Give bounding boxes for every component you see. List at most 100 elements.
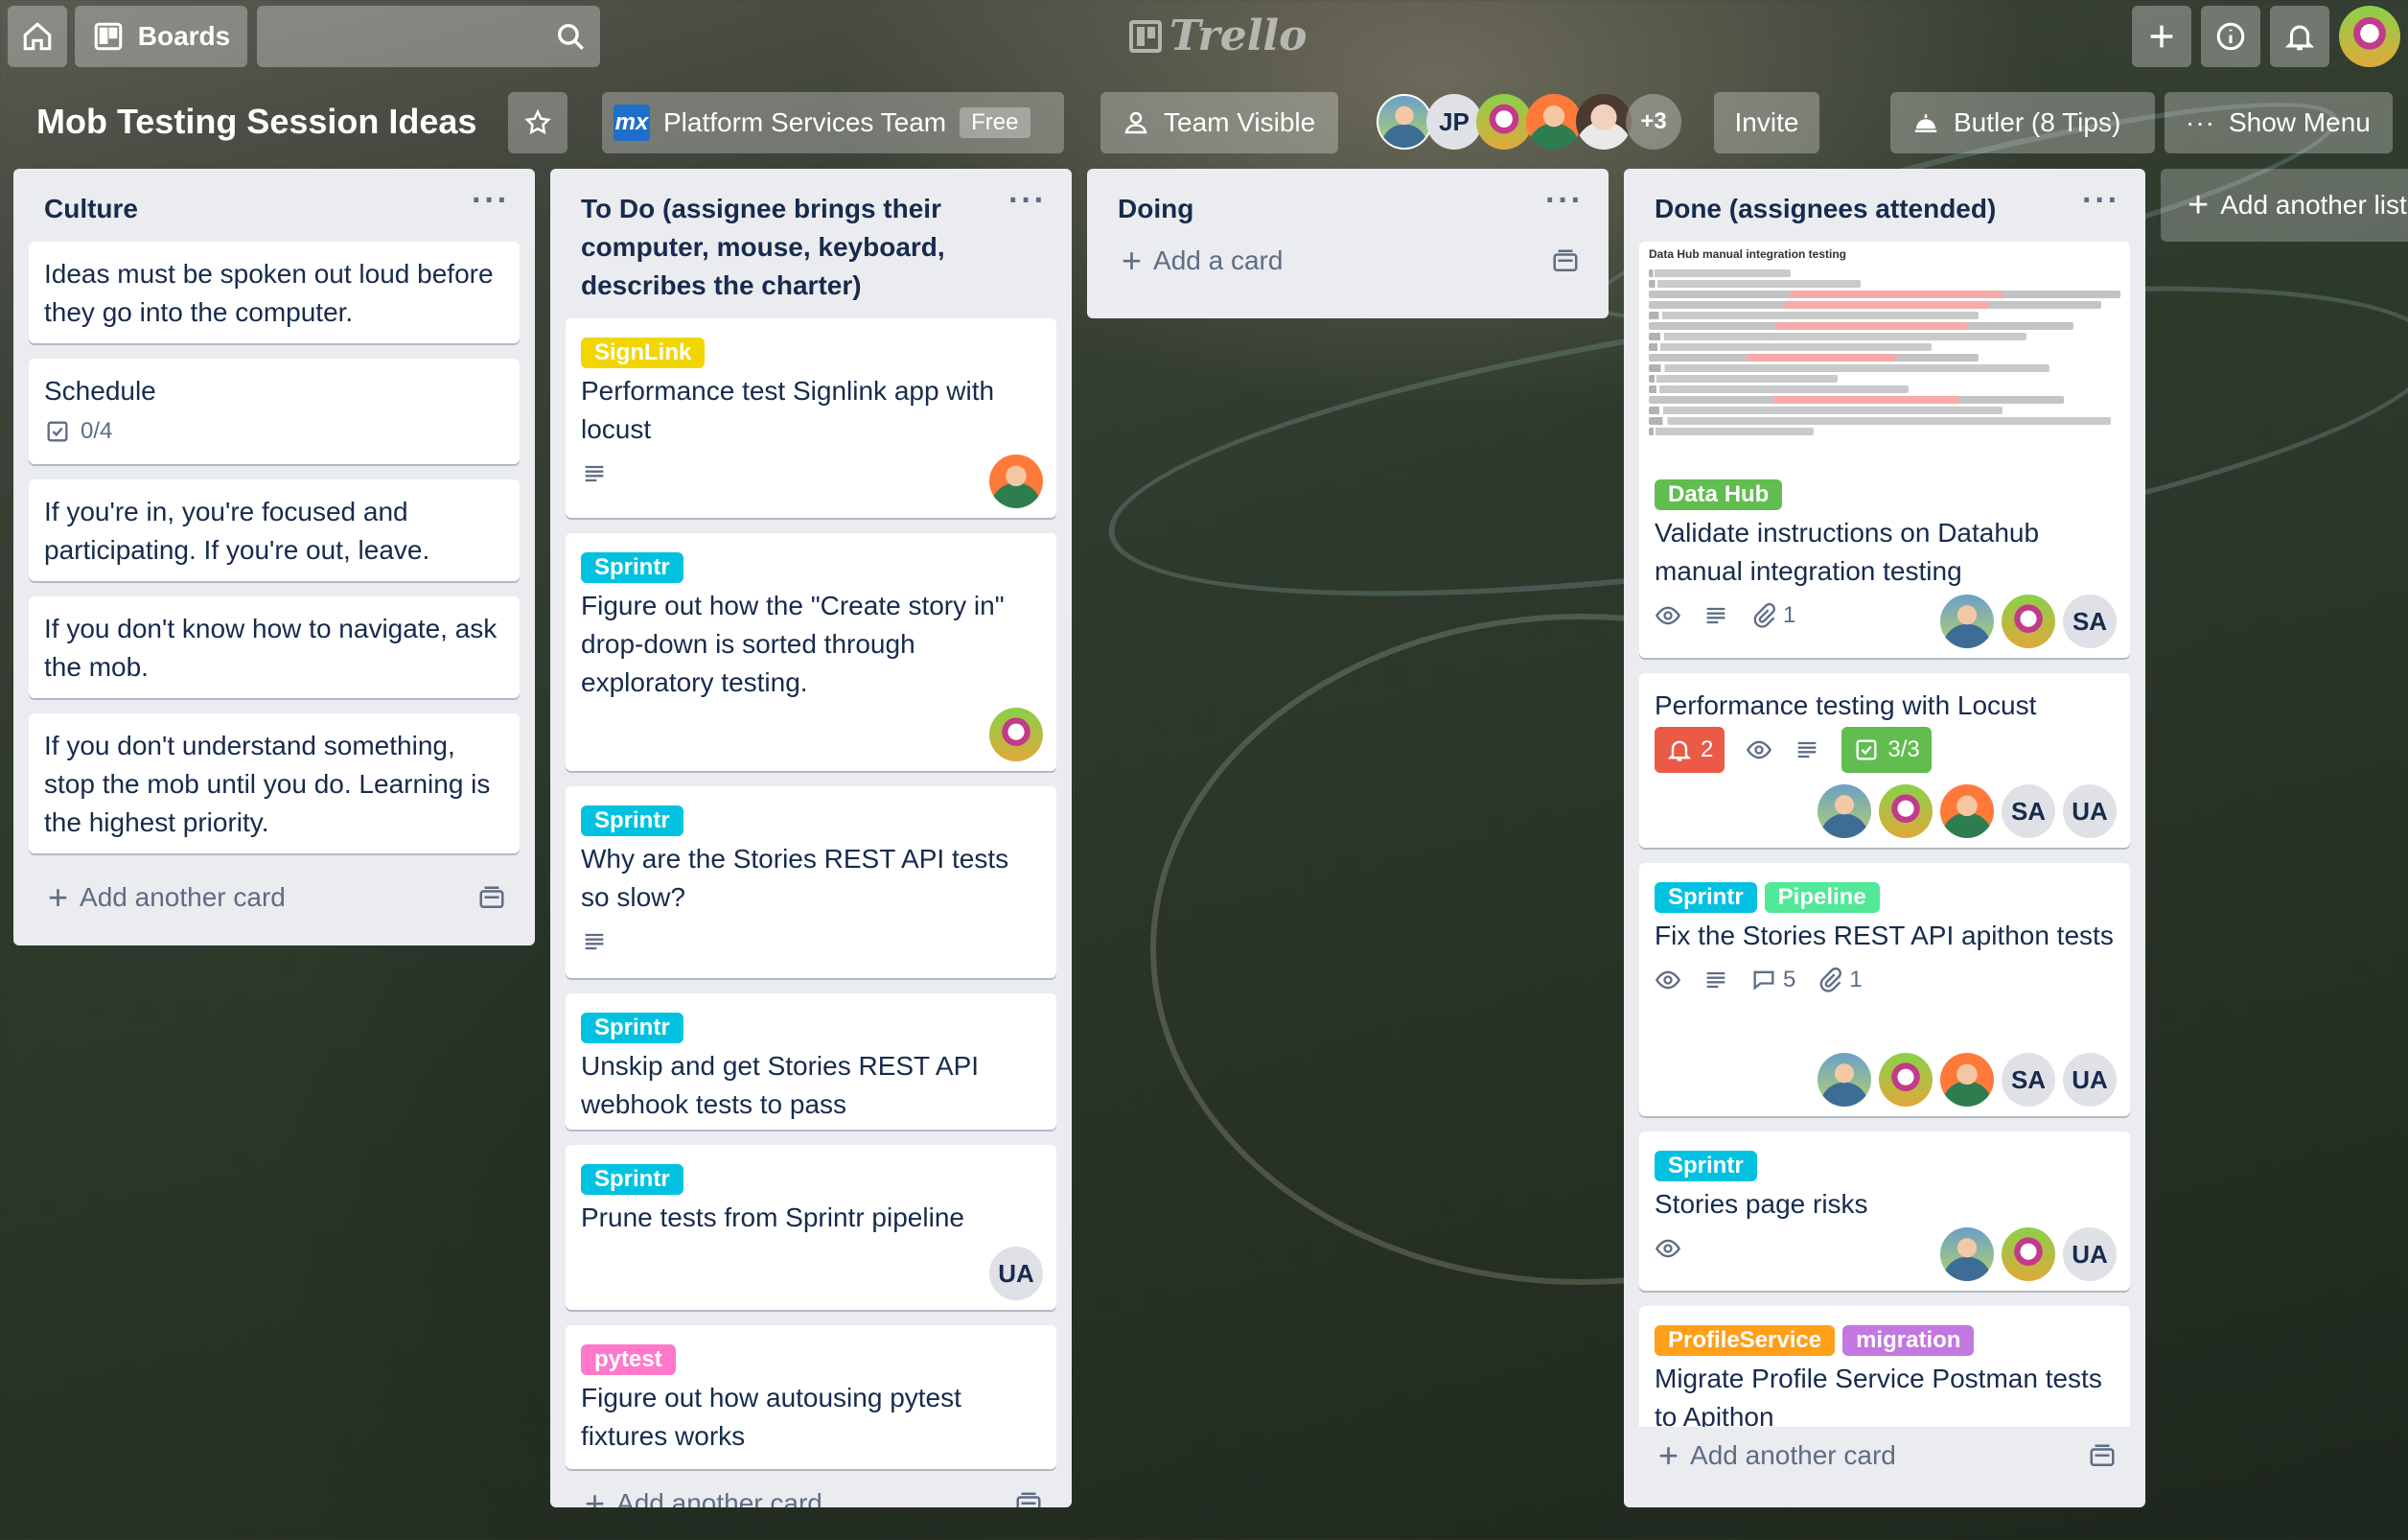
member-avatar[interactable] [1879,1053,1933,1107]
card[interactable]: If you don't understand something, stop … [29,713,520,853]
star-button[interactable] [508,92,567,153]
card[interactable]: Sprintr Figure out how the "Create story… [566,533,1056,771]
list-title[interactable]: Done (assignees attended) ··· [1624,169,2145,242]
list-doing[interactable]: Doing ··· + Add a card [1087,169,1609,318]
list-title[interactable]: To Do (assignee brings their computer, m… [550,169,1072,318]
more-members-button[interactable]: +3 [1626,94,1681,150]
list-title-text: Done (assignees attended) [1655,194,1997,223]
card[interactable]: Data Hub manual integration testing Data… [1639,242,2130,658]
member-avatar-sa[interactable]: SA [2002,784,2055,838]
add-card-button[interactable]: + Add another card [550,1475,1072,1507]
list-title[interactable]: Doing ··· [1087,169,1609,242]
member-avatar[interactable] [1940,1227,1994,1281]
member-avatar[interactable] [1818,1053,1871,1107]
list-to-do[interactable]: To Do (assignee brings their computer, m… [550,169,1072,1507]
butler-button[interactable]: Butler (8 Tips) [1890,92,2155,153]
add-card-label: Add another card [616,1488,822,1507]
add-card-label: Add another card [1690,1440,1896,1470]
member-avatar[interactable] [989,708,1043,761]
member-avatar[interactable] [1940,1053,1994,1107]
member-avatar[interactable] [1940,595,1994,648]
boards-button[interactable]: Boards [75,6,247,67]
card[interactable]: ProfileService migration Migrate Profile … [1639,1306,2130,1427]
list-menu-icon[interactable]: ··· [472,184,510,217]
list-menu-icon[interactable]: ··· [1008,184,1047,217]
team-button[interactable]: mx Platform Services Team Free [602,92,1064,153]
card[interactable]: If you're in, you're focused and partici… [29,479,520,581]
user-avatar[interactable] [2339,6,2400,67]
member-avatar-ua[interactable]: UA [2063,784,2117,838]
member-avatar-ua[interactable]: UA [2063,1227,2117,1281]
list-title-text: Culture [44,194,138,223]
card[interactable]: Performance testing with Locust 2 3/3 SA [1639,673,2130,848]
card-list: SignLink Performance test Signlink app w… [550,318,1072,1475]
member-avatar-sa[interactable]: SA [2002,1053,2055,1107]
member-avatar[interactable] [1818,784,1871,838]
member-avatar-sa[interactable]: SA [2063,595,2117,648]
list-title[interactable]: Culture ··· [13,169,535,242]
card-title: Validate instructions on Datahub manual … [1655,518,2040,586]
plan-badge: Free [960,107,1030,138]
card-template-icon[interactable] [1014,1490,1043,1507]
member-avatar[interactable] [2002,1227,2055,1281]
member-avatar[interactable] [989,455,1043,508]
card[interactable]: Sprintr Stories page risks UA [1639,1132,2130,1291]
more-icon: ··· [2186,107,2215,137]
card[interactable]: Sprintr Why are the Stories REST API tes… [566,786,1056,978]
card-template-icon[interactable] [1551,247,1580,276]
plus-icon: + [48,877,69,917]
card[interactable]: SignLink Performance test Signlink app w… [566,318,1056,518]
add-card-button[interactable]: + Add another card [1624,1427,2145,1492]
label-data-hub: Data Hub [1655,479,1783,510]
search-input[interactable] [257,6,600,67]
add-card-button[interactable]: + Add another card [13,869,535,934]
board-title[interactable]: Mob Testing Session Ideas [36,102,476,142]
card[interactable]: Sprintr Pipeline Fix the Stories REST API… [1639,863,2130,1116]
visibility-button[interactable]: Team Visible [1100,92,1338,153]
card-template-icon[interactable] [477,884,506,913]
member-avatar[interactable] [1526,94,1582,150]
list-culture[interactable]: Culture ··· Ideas must be spoken out loud… [13,169,535,945]
member-avatar-jp[interactable]: JP [1426,94,1482,150]
member-avatar[interactable] [1476,94,1532,150]
card-title: If you don't understand something, stop … [44,731,491,837]
member-avatar[interactable] [1940,784,1994,838]
trello-logo[interactable]: Trello [1129,12,1308,60]
card[interactable]: Schedule 0/4 [29,359,520,464]
label-sprintr: Sprintr [1655,882,1757,913]
label-sprintr: Sprintr [581,1164,683,1195]
label-pytest: pytest [581,1344,676,1375]
member-avatar-ua[interactable]: UA [989,1247,1043,1300]
card-badges [581,917,1041,967]
list-menu-icon[interactable]: ··· [1545,184,1584,217]
list-done[interactable]: Done (assignees attended) ··· Data Hub ma… [1624,169,2145,1507]
member-avatar[interactable] [1377,94,1432,150]
member-avatar[interactable] [1879,784,1933,838]
card[interactable]: Sprintr Prune tests from Sprintr pipelin… [566,1145,1056,1310]
card-title: Why are the Stories REST API tests so sl… [581,844,1009,912]
list-menu-icon[interactable]: ··· [2082,184,2120,217]
card[interactable]: pytest Figure out how autousing pytest f… [566,1325,1056,1469]
card-template-icon[interactable] [2088,1442,2117,1471]
info-button[interactable] [2201,6,2260,67]
card[interactable]: Ideas must be spoken out loud before the… [29,242,520,343]
show-menu-button[interactable]: ··· Show Menu [2165,92,2393,153]
label-sprintr: Sprintr [581,552,683,583]
notifications-button[interactable] [2270,6,2329,67]
card-members: UA [989,1247,1043,1300]
card-title: Fix the Stories REST API apithon tests [1655,921,2114,950]
card-members: SA [1940,595,2117,648]
comments-badge: 5 [1750,961,1795,999]
home-button[interactable] [8,6,67,67]
label-migration: migration [1842,1325,1975,1356]
visibility-label: Team Visible [1164,107,1316,137]
card[interactable]: Sprintr Unskip and get Stories REST API … [566,993,1056,1130]
add-card-button[interactable]: + Add a card [1087,242,1609,297]
member-avatar[interactable] [2002,595,2055,648]
create-button[interactable] [2132,6,2191,67]
member-avatar-ua[interactable]: UA [2063,1053,2117,1107]
card[interactable]: If you don't know how to navigate, ask t… [29,596,520,698]
invite-button[interactable]: Invite [1714,92,1819,153]
add-list-button[interactable]: + Add another list [2161,169,2408,242]
member-avatar[interactable] [1576,94,1632,150]
